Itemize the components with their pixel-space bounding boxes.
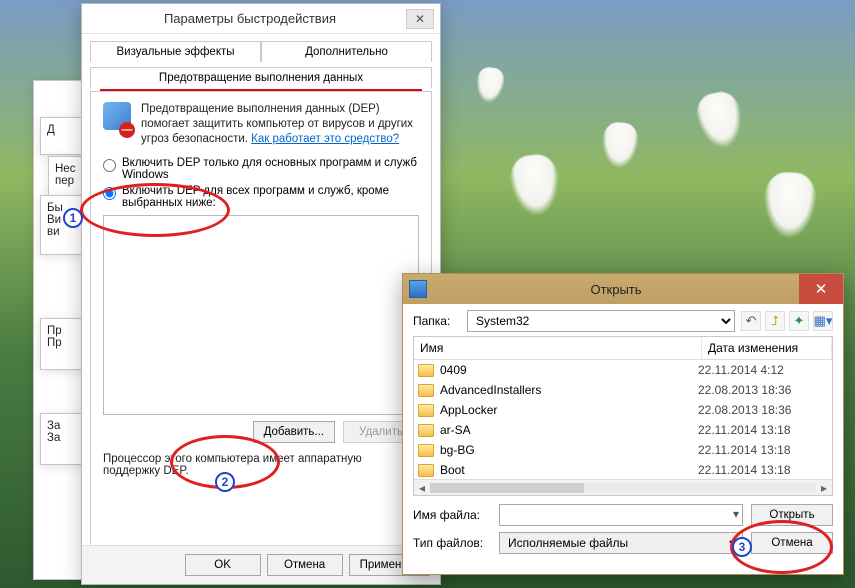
titlebar[interactable]: Параметры быстродействия ✕ [82, 4, 440, 34]
view-menu-icon[interactable]: ▦▾ [813, 311, 833, 331]
open-window-title: Открыть [433, 282, 799, 297]
scroll-thumb[interactable] [430, 483, 584, 493]
tab-dep[interactable]: Предотвращение выполнения данных [90, 67, 432, 89]
column-date[interactable]: Дата изменения [702, 337, 832, 359]
folder-icon [418, 424, 434, 437]
open-file-dialog: Открыть ✕ Папка: System32 ↶ ⮥ ✦ ▦▾ Имя Д… [402, 273, 844, 575]
open-cancel-button[interactable]: Отмена [751, 532, 833, 554]
dep-description: Предотвращение выполнения данных (DEP) п… [141, 102, 419, 147]
folder-icon [418, 444, 434, 457]
behind-text: пер [55, 175, 77, 187]
behind-text: За [47, 420, 77, 432]
app-icon [409, 280, 427, 298]
file-row[interactable]: AppLocker22.08.2013 18:36 [414, 400, 832, 420]
file-row[interactable]: Boot22.11.2014 13:18 [414, 460, 832, 479]
open-button[interactable]: Открыть [751, 504, 833, 526]
file-list[interactable]: Имя Дата изменения 040922.11.2014 4:12Ad… [413, 336, 833, 496]
dep-tab-panel: — Предотвращение выполнения данных (DEP)… [90, 91, 432, 561]
filetype-label: Тип файлов: [413, 536, 491, 550]
filename-label: Имя файла: [413, 508, 491, 522]
file-name: AppLocker [440, 403, 698, 417]
file-list-header[interactable]: Имя Дата изменения [414, 337, 832, 360]
file-name: AdvancedInstallers [440, 383, 698, 397]
file-date: 22.08.2013 18:36 [698, 403, 828, 417]
folder-icon [418, 404, 434, 417]
file-row[interactable]: 040922.11.2014 4:12 [414, 360, 832, 380]
filetype-select[interactable]: Исполняемые файлы [499, 532, 743, 554]
folder-icon [418, 464, 434, 477]
back-icon[interactable]: ↶ [741, 311, 761, 331]
file-date: 22.11.2014 13:18 [698, 463, 828, 477]
file-name: 0409 [440, 363, 698, 377]
behind-text: ви [47, 226, 77, 238]
chevron-down-icon[interactable]: ▾ [733, 507, 739, 521]
new-folder-icon[interactable]: ✦ [789, 311, 809, 331]
folder-icon [418, 384, 434, 397]
radio-dep-essential[interactable]: Включить DEP только для основных програм… [103, 157, 419, 181]
dep-exclusion-list[interactable] [103, 215, 419, 415]
file-date: 22.11.2014 4:12 [698, 363, 828, 377]
radio-dep-all[interactable]: Включить DEP для всех программ и служб, … [103, 185, 419, 209]
dep-shield-icon: — [103, 102, 131, 134]
behind-text: За [47, 432, 77, 444]
radio-dep-essential-input[interactable] [103, 159, 116, 172]
file-row[interactable]: bg-BG22.11.2014 13:18 [414, 440, 832, 460]
file-date: 22.11.2014 13:18 [698, 423, 828, 437]
tab-visual-effects[interactable]: Визуальные эффекты [90, 41, 261, 62]
up-icon[interactable]: ⮥ [765, 311, 785, 331]
close-icon[interactable]: ✕ [406, 9, 434, 29]
file-date: 22.08.2013 18:36 [698, 383, 828, 397]
behind-text: Д [47, 124, 77, 136]
behind-text: Нес [55, 163, 77, 175]
dialog-button-bar: OK Отмена Применить [82, 545, 440, 584]
file-row[interactable]: ar-SA22.11.2014 13:18 [414, 420, 832, 440]
scroll-left-icon[interactable]: ◂ [414, 481, 430, 495]
column-name[interactable]: Имя [414, 337, 702, 359]
cancel-button[interactable]: Отмена [267, 554, 343, 576]
scroll-right-icon[interactable]: ▸ [816, 481, 832, 495]
folder-select[interactable]: System32 [467, 310, 735, 332]
horizontal-scrollbar[interactable]: ◂ ▸ [414, 479, 832, 495]
file-row[interactable]: AdvancedInstallers22.08.2013 18:36 [414, 380, 832, 400]
file-name: bg-BG [440, 443, 698, 457]
folder-icon [418, 364, 434, 377]
behind-text: Пр [47, 325, 77, 337]
add-button[interactable]: Добавить... [253, 421, 335, 443]
dep-hw-support-note: Процессор этого компьютера имеет аппарат… [103, 453, 419, 477]
radio-dep-all-input[interactable] [103, 187, 116, 200]
filename-input[interactable] [499, 504, 743, 526]
ok-button[interactable]: OK [185, 554, 261, 576]
file-name: ar-SA [440, 423, 698, 437]
close-icon[interactable]: ✕ [799, 274, 843, 304]
radio-dep-all-label: Включить DEP для всех программ и служб, … [122, 185, 419, 209]
folder-label: Папка: [413, 314, 461, 328]
open-titlebar[interactable]: Открыть ✕ [403, 274, 843, 304]
file-name: Boot [440, 463, 698, 477]
window-title: Параметры быстродействия [94, 11, 406, 26]
performance-options-window: Параметры быстродействия ✕ Визуальные эф… [81, 3, 441, 585]
tab-advanced[interactable]: Дополнительно [261, 41, 432, 62]
behind-text: Пр [47, 337, 77, 349]
behind-text: Ви [47, 214, 77, 226]
file-date: 22.11.2014 13:18 [698, 443, 828, 457]
radio-dep-essential-label: Включить DEP только для основных програм… [122, 157, 419, 181]
behind-text: Бы [47, 202, 77, 214]
dep-help-link[interactable]: Как работает это средство? [251, 133, 399, 145]
